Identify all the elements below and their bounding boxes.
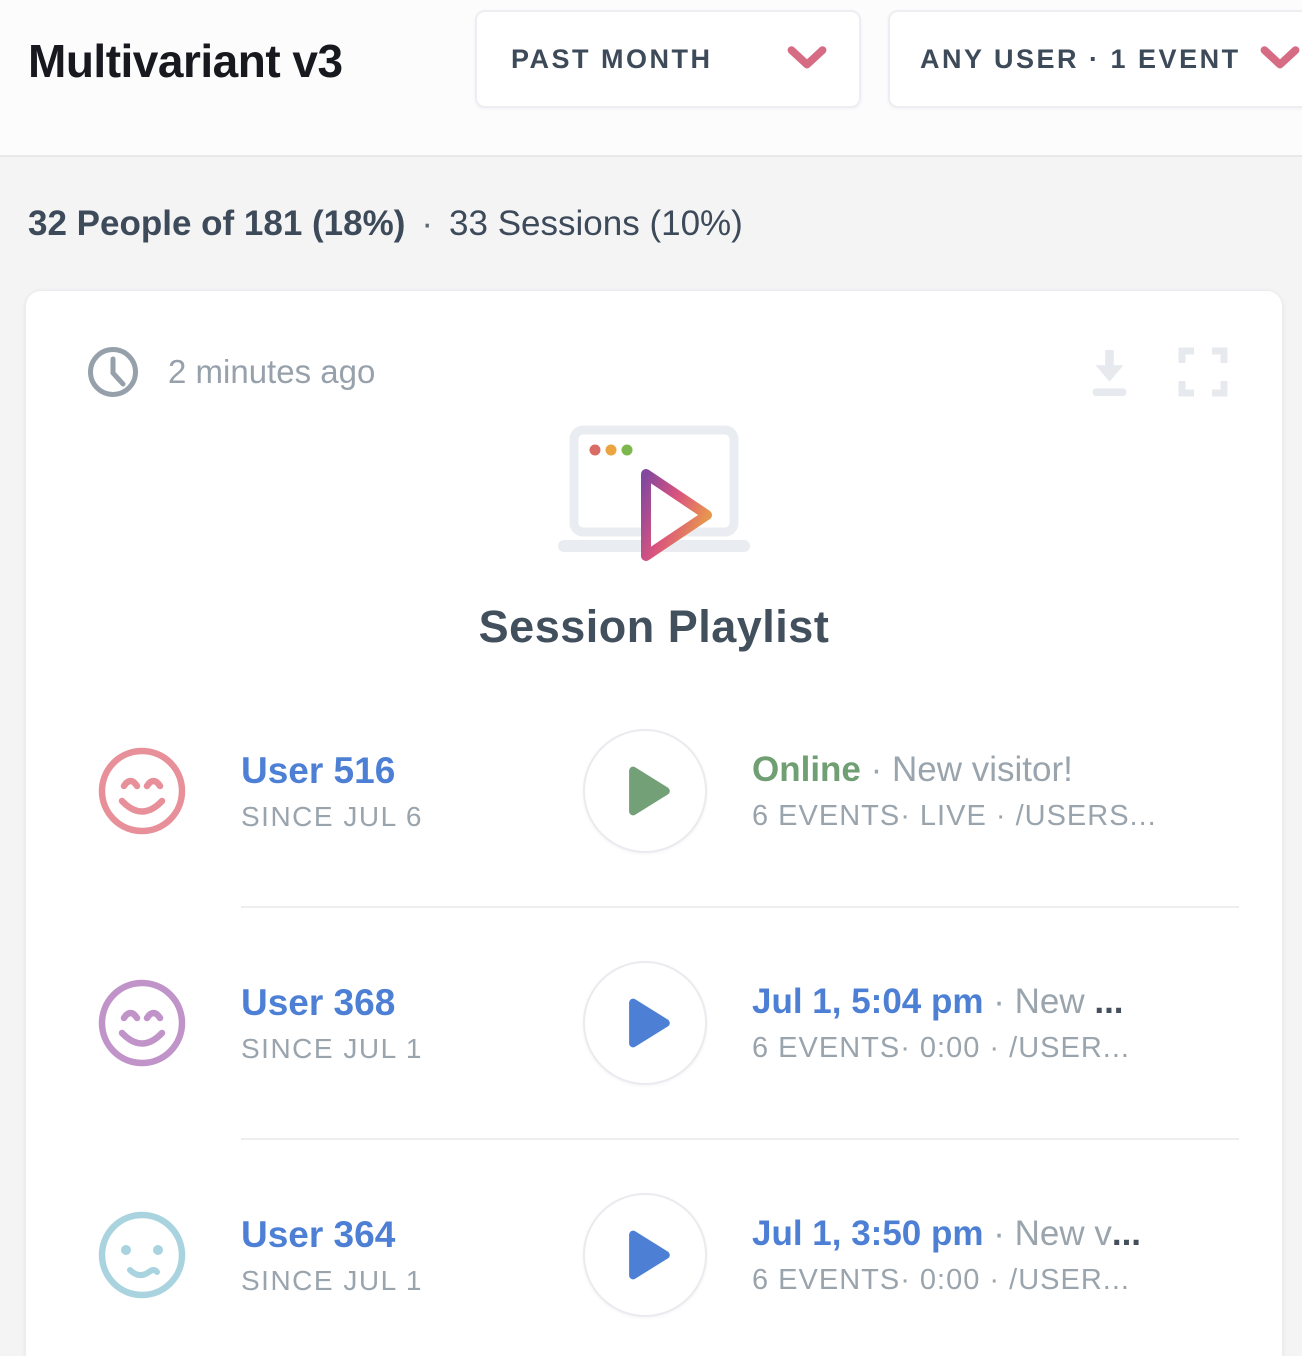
filter-label: ANY USER · 1 EVENT (920, 44, 1241, 75)
user-since-label: SINCE JUL 1 (241, 1265, 533, 1297)
play-icon (626, 996, 672, 1050)
session-status-block: Online · New visitor! 6 EVENTS· LIVE · /… (752, 750, 1242, 833)
session-status-extra: · New visitor! (861, 750, 1073, 789)
session-playlist-illustration (26, 424, 1282, 564)
session-meta: 6 EVENTS· 0:00 · /USER... (752, 1264, 1242, 1297)
play-icon (626, 1228, 672, 1282)
stats-separator: · (421, 204, 433, 243)
session-row[interactable]: User 364 SINCE JUL 1 Jul 1, 3:50 pm · Ne… (26, 1140, 1282, 1356)
download-icon[interactable] (1086, 347, 1132, 397)
session-meta: 6 EVENTS· LIVE · /USERS... (752, 800, 1242, 833)
session-row[interactable]: User 516 SINCE JUL 6 Online · New visito… (26, 676, 1282, 906)
user-name-block: User 368 SINCE JUL 1 (241, 982, 533, 1065)
session-playlist-card: 2 minutes ago (25, 290, 1283, 1356)
page-title: Multivariant v3 (28, 34, 343, 88)
session-status-extra: · New v (983, 1214, 1111, 1253)
user-since-label: SINCE JUL 6 (241, 801, 533, 833)
session-status: Online (752, 750, 861, 789)
play-session-button[interactable] (583, 729, 707, 853)
user-avatar-smirk-icon (96, 1209, 188, 1301)
clock-icon (86, 345, 140, 399)
session-row[interactable]: User 368 SINCE JUL 1 Jul 1, 5:04 pm · Ne… (26, 908, 1282, 1138)
date-range-label: PAST MONTH (511, 44, 713, 75)
card-toolbar: 2 minutes ago (86, 343, 1228, 401)
browser-play-illustration-icon (552, 424, 757, 564)
card-toolbar-actions (1086, 347, 1228, 397)
header-bar: Multivariant v3 PAST MONTH ANY USER · 1 … (0, 0, 1302, 157)
user-avatar-smiley-icon (96, 977, 188, 1069)
user-link[interactable]: User 516 (241, 750, 395, 792)
session-meta: 6 EVENTS· 0:00 · /USER... (752, 1032, 1242, 1065)
user-since-label: SINCE JUL 1 (241, 1033, 533, 1065)
last-updated-text: 2 minutes ago (168, 353, 375, 391)
chevron-down-icon (787, 46, 827, 72)
user-link[interactable]: User 364 (241, 1214, 395, 1256)
user-name-block: User 516 SINCE JUL 6 (241, 750, 533, 833)
play-icon (626, 764, 672, 818)
session-status-truncation: ... (1112, 1214, 1141, 1253)
session-status: Jul 1, 3:50 pm (752, 1214, 983, 1253)
sessions-stat: 33 Sessions (10%) (449, 204, 743, 243)
session-status-block: Jul 1, 3:50 pm · New v... 6 EVENTS· 0:00… (752, 1214, 1242, 1297)
play-session-button[interactable] (583, 1193, 707, 1317)
date-range-button[interactable]: PAST MONTH (475, 10, 861, 108)
session-status-block: Jul 1, 5:04 pm · New ... 6 EVENTS· 0:00 … (752, 982, 1242, 1065)
funnel-stats-bar: 32 People of 181 (18%) · 33 Sessions (10%) (28, 204, 743, 244)
session-list: User 516 SINCE JUL 6 Online · New visito… (26, 676, 1282, 1356)
card-title: Session Playlist (26, 601, 1282, 653)
user-link[interactable]: User 368 (241, 982, 395, 1024)
session-status: Jul 1, 5:04 pm (752, 982, 983, 1021)
fullscreen-icon[interactable] (1178, 347, 1228, 397)
play-session-button[interactable] (583, 961, 707, 1085)
filter-button[interactable]: ANY USER · 1 EVENT (888, 10, 1302, 108)
chevron-down-icon (1260, 46, 1300, 72)
session-status-truncation: ... (1094, 982, 1123, 1021)
user-avatar-smiley-icon (96, 745, 188, 837)
session-status-extra: · New (983, 982, 1094, 1021)
user-name-block: User 364 SINCE JUL 1 (241, 1214, 533, 1297)
people-stat: 32 People of 181 (18%) (28, 204, 405, 243)
